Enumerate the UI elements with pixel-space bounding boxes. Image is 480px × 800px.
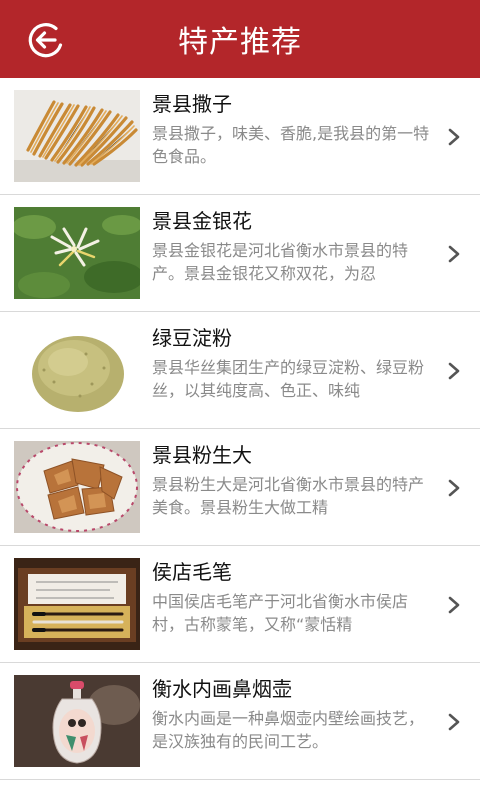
item-thumbnail xyxy=(14,558,140,650)
page-title: 特产推荐 xyxy=(178,25,302,60)
chevron-right-icon xyxy=(448,479,460,497)
item-name: 景县粉生大 xyxy=(152,443,252,467)
item-text: 绿豆淀粉 景县华丝集团生产的绿豆淀粉、绿豆粉丝，以其纯度高、色正、味纯 xyxy=(152,324,430,402)
item-description: 景县撒子，味美、香脆,是我县的第一特色食品。 xyxy=(152,124,430,166)
item-description: 景县粉生大是河北省衡水市景县的特产美食。景县粉生大做工精 xyxy=(152,475,425,517)
item-description: 景县金银花是河北省衡水市景县的特产。景县金银花又称双花，为忍 xyxy=(152,241,409,283)
chevron-right-icon xyxy=(448,128,460,146)
list-item[interactable]: 衡水内画鼻烟壶 衡水内画是一种鼻烟壶内壁绘画技艺，是汉族独有的民间工艺。 xyxy=(0,663,480,780)
list-item[interactable]: 景县粉生大 景县粉生大是河北省衡水市景县的特产美食。景县粉生大做工精 xyxy=(0,429,480,546)
back-button[interactable] xyxy=(26,20,66,60)
item-name: 景县撒子 xyxy=(152,92,232,116)
item-text: 衡水内画鼻烟壶 衡水内画是一种鼻烟壶内壁绘画技艺，是汉族独有的民间工艺。 xyxy=(152,675,430,753)
item-text: 景县粉生大 景县粉生大是河北省衡水市景县的特产美食。景县粉生大做工精 xyxy=(152,441,430,519)
item-thumbnail xyxy=(14,90,140,182)
chevron-right-icon xyxy=(448,245,460,263)
item-text: 景县撒子 景县撒子，味美、香脆,是我县的第一特色食品。 xyxy=(152,90,430,168)
back-arrow-circle-icon xyxy=(28,23,63,58)
chevron-right-icon xyxy=(448,596,460,614)
item-thumbnail xyxy=(14,324,140,416)
item-name: 衡水内画鼻烟壶 xyxy=(152,677,292,701)
item-thumbnail xyxy=(14,441,140,533)
item-name: 景县金银花 xyxy=(152,209,252,233)
list-item[interactable]: 侯店毛笔 中国侯店毛笔产于河北省衡水市侯店村，古称蒙笔，又称“蒙恬精 xyxy=(0,546,480,663)
item-text: 景县金银花 景县金银花是河北省衡水市景县的特产。景县金银花又称双花，为忍 xyxy=(152,207,430,285)
item-name: 侯店毛笔 xyxy=(152,560,232,584)
item-text: 侯店毛笔 中国侯店毛笔产于河北省衡水市侯店村，古称蒙笔，又称“蒙恬精 xyxy=(152,558,430,636)
specialty-list: 景县撒子 景县撒子，味美、香脆,是我县的第一特色食品。 景县金银花 景县金银花是… xyxy=(0,78,480,780)
list-item[interactable]: 绿豆淀粉 景县华丝集团生产的绿豆淀粉、绿豆粉丝，以其纯度高、色正、味纯 xyxy=(0,312,480,429)
item-description: 衡水内画是一种鼻烟壶内壁绘画技艺，是汉族独有的民间工艺。 xyxy=(152,709,425,751)
item-description: 中国侯店毛笔产于河北省衡水市侯店村，古称蒙笔，又称“蒙恬精 xyxy=(152,592,409,634)
chevron-right-icon xyxy=(448,362,460,380)
item-name: 绿豆淀粉 xyxy=(152,326,232,350)
item-description: 景县华丝集团生产的绿豆淀粉、绿豆粉丝，以其纯度高、色正、味纯 xyxy=(152,358,425,400)
list-item[interactable]: 景县撒子 景县撒子，味美、香脆,是我县的第一特色食品。 xyxy=(0,78,480,195)
list-item[interactable]: 景县金银花 景县金银花是河北省衡水市景县的特产。景县金银花又称双花，为忍 xyxy=(0,195,480,312)
item-thumbnail xyxy=(14,207,140,299)
chevron-right-icon xyxy=(448,713,460,731)
item-thumbnail xyxy=(14,675,140,767)
app-header: 特产推荐 xyxy=(0,0,480,78)
